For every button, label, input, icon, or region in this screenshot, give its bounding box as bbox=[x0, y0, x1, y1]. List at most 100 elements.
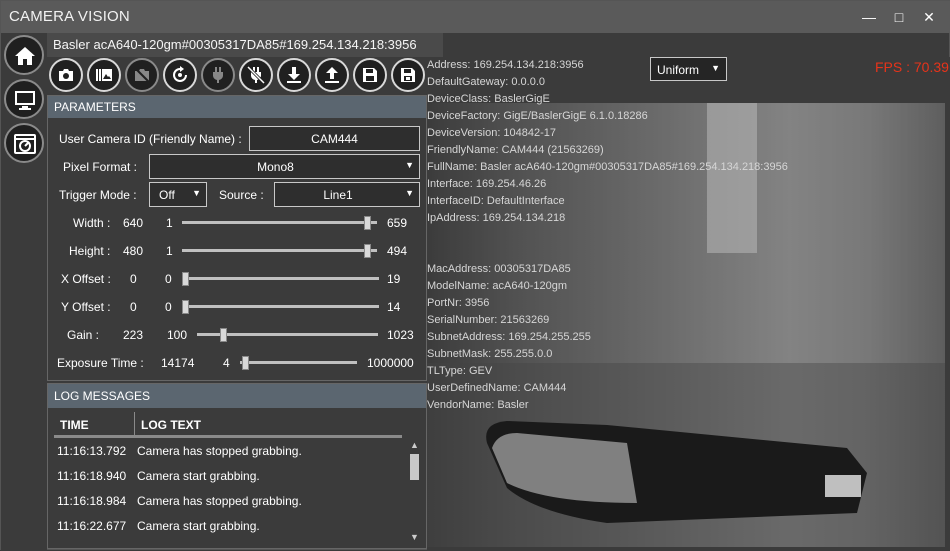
width-value: 640 bbox=[123, 216, 144, 230]
slider-thumb[interactable] bbox=[364, 244, 371, 258]
parameters-heading: PARAMETERS bbox=[48, 96, 426, 118]
pixel-format-select[interactable]: Mono8 ▼ bbox=[149, 154, 420, 179]
trigger-mode-select[interactable]: Off ▼ bbox=[149, 182, 207, 207]
gain-min: 100 bbox=[167, 328, 188, 342]
toolbar bbox=[47, 57, 427, 93]
device-info-line: Interface: 169.254.46.26 bbox=[427, 178, 547, 190]
trigger-mode-value: Off bbox=[159, 188, 175, 202]
slider-thumb[interactable] bbox=[242, 356, 249, 370]
device-info-line: DeviceClass: BaslerGigE bbox=[427, 93, 550, 105]
x-offset-max: 19 bbox=[387, 272, 401, 286]
image-viewer: Address: 169.254.134.218:3956 DefaultGate… bbox=[427, 57, 950, 551]
source-value: Line1 bbox=[323, 188, 353, 202]
log-text-cell: Camera start grabbing. bbox=[137, 519, 260, 533]
device-info-overlay: Address: 169.254.134.218:3956 DefaultGate… bbox=[427, 57, 788, 414]
nav-monitor-button[interactable] bbox=[4, 79, 44, 119]
x-offset-min: 0 bbox=[165, 272, 172, 286]
y-offset-min: 0 bbox=[165, 300, 172, 314]
gain-slider[interactable] bbox=[197, 328, 378, 342]
width-label: Width : bbox=[73, 216, 111, 230]
app-title: CAMERA VISION bbox=[9, 8, 130, 25]
slider-thumb[interactable] bbox=[364, 216, 371, 230]
user-camera-id-input[interactable]: CAM444 bbox=[249, 126, 420, 151]
slider-thumb[interactable] bbox=[182, 300, 189, 314]
slider-track bbox=[240, 361, 357, 364]
device-info-line bbox=[427, 244, 788, 261]
connect-button[interactable] bbox=[201, 58, 235, 92]
device-info-line: PortNr: 3956 bbox=[427, 297, 490, 309]
nav-home-button[interactable] bbox=[4, 35, 44, 75]
device-info-line: FriendlyName: CAM444 (21563269) bbox=[427, 144, 604, 156]
exposure-slider[interactable] bbox=[240, 356, 357, 370]
continuous-grab-button[interactable] bbox=[87, 58, 121, 92]
log-time-cell: 11:16:18.940 bbox=[57, 469, 127, 483]
device-info-line: UserDefinedName: CAM444 bbox=[427, 382, 567, 394]
log-time-cell: 11:16:18.984 bbox=[57, 494, 127, 508]
maximize-button[interactable]: □ bbox=[889, 7, 909, 27]
save-as-button[interactable] bbox=[391, 58, 425, 92]
parameters-panel: PARAMETERS User Camera ID (Friendly Name… bbox=[47, 95, 427, 381]
scroll-up-icon[interactable]: ▲ bbox=[410, 440, 419, 450]
refresh-button[interactable] bbox=[163, 58, 197, 92]
device-info-line: InterfaceID: DefaultInterface bbox=[427, 195, 565, 207]
save-button[interactable] bbox=[353, 58, 387, 92]
height-label: Height : bbox=[69, 244, 111, 258]
camera-settings-icon bbox=[14, 134, 36, 154]
height-value: 480 bbox=[123, 244, 144, 258]
app-window: CAMERA VISION — □ ✕ Basler acA640-120gm#… bbox=[0, 0, 950, 551]
nav-camera-settings-button[interactable] bbox=[4, 123, 44, 163]
device-info-line: VendorName: Basler bbox=[427, 399, 529, 411]
device-info-line: TLType: GEV bbox=[427, 365, 493, 377]
device-info-line: SubnetAddress: 169.254.255.255 bbox=[427, 331, 591, 343]
log-text-cell: Camera start grabbing. bbox=[137, 469, 260, 483]
fps-readout: FPS : 70.39 bbox=[875, 59, 949, 75]
slider-thumb[interactable] bbox=[220, 328, 227, 342]
log-col-text[interactable]: LOG TEXT bbox=[134, 412, 402, 438]
scroll-thumb[interactable] bbox=[410, 454, 419, 480]
minimize-button[interactable]: — bbox=[859, 7, 879, 27]
monitor-icon bbox=[15, 91, 35, 110]
height-max: 494 bbox=[387, 244, 408, 258]
upload-button[interactable] bbox=[315, 58, 349, 92]
close-button[interactable]: ✕ bbox=[919, 7, 939, 27]
snapshot-button[interactable] bbox=[49, 58, 83, 92]
stop-grab-icon bbox=[134, 67, 150, 83]
log-scrollbar[interactable]: ▲ ▼ bbox=[408, 440, 420, 546]
disconnect-button[interactable] bbox=[239, 58, 273, 92]
width-max: 659 bbox=[387, 216, 408, 230]
download-button[interactable] bbox=[277, 58, 311, 92]
stop-grab-button[interactable] bbox=[125, 58, 159, 92]
width-slider[interactable] bbox=[182, 216, 377, 230]
device-info-line: SerialNumber: 21563269 bbox=[427, 314, 550, 326]
download-icon bbox=[287, 67, 301, 83]
height-min: 1 bbox=[166, 244, 173, 258]
y-offset-value: 0 bbox=[130, 300, 137, 314]
exposure-max: 1000000 bbox=[367, 356, 414, 370]
home-icon bbox=[15, 47, 35, 65]
save-as-icon bbox=[401, 68, 415, 82]
user-camera-id-label: User Camera ID (Friendly Name) : bbox=[59, 132, 242, 146]
display-mode-select[interactable]: Uniform ▼ bbox=[650, 57, 727, 81]
device-header: Basler acA640-120gm#00305317DA85#169.254… bbox=[47, 33, 443, 57]
x-offset-slider[interactable] bbox=[182, 272, 379, 286]
source-select[interactable]: Line1 ▼ bbox=[274, 182, 420, 207]
log-time-cell: 11:16:13.792 bbox=[57, 444, 127, 458]
chevron-down-icon: ▼ bbox=[405, 160, 414, 170]
chevron-down-icon: ▼ bbox=[192, 188, 201, 198]
log-heading: LOG MESSAGES bbox=[48, 384, 426, 408]
height-slider[interactable] bbox=[182, 244, 377, 258]
slider-thumb[interactable] bbox=[182, 272, 189, 286]
x-offset-value: 0 bbox=[130, 272, 137, 286]
exposure-value: 14174 bbox=[161, 356, 195, 370]
y-offset-slider[interactable] bbox=[182, 300, 379, 314]
log-col-time[interactable]: TIME bbox=[54, 412, 134, 438]
refresh-icon bbox=[173, 66, 187, 82]
log-text-cell: Camera has stopped grabbing. bbox=[137, 444, 302, 458]
continuous-grab-icon bbox=[96, 69, 112, 81]
trigger-mode-label: Trigger Mode : bbox=[59, 188, 137, 202]
chevron-down-icon: ▼ bbox=[711, 63, 720, 73]
gain-max: 1023 bbox=[387, 328, 414, 342]
scroll-down-icon[interactable]: ▼ bbox=[410, 532, 419, 542]
gain-value: 223 bbox=[123, 328, 144, 342]
x-offset-label: X Offset : bbox=[61, 272, 111, 286]
